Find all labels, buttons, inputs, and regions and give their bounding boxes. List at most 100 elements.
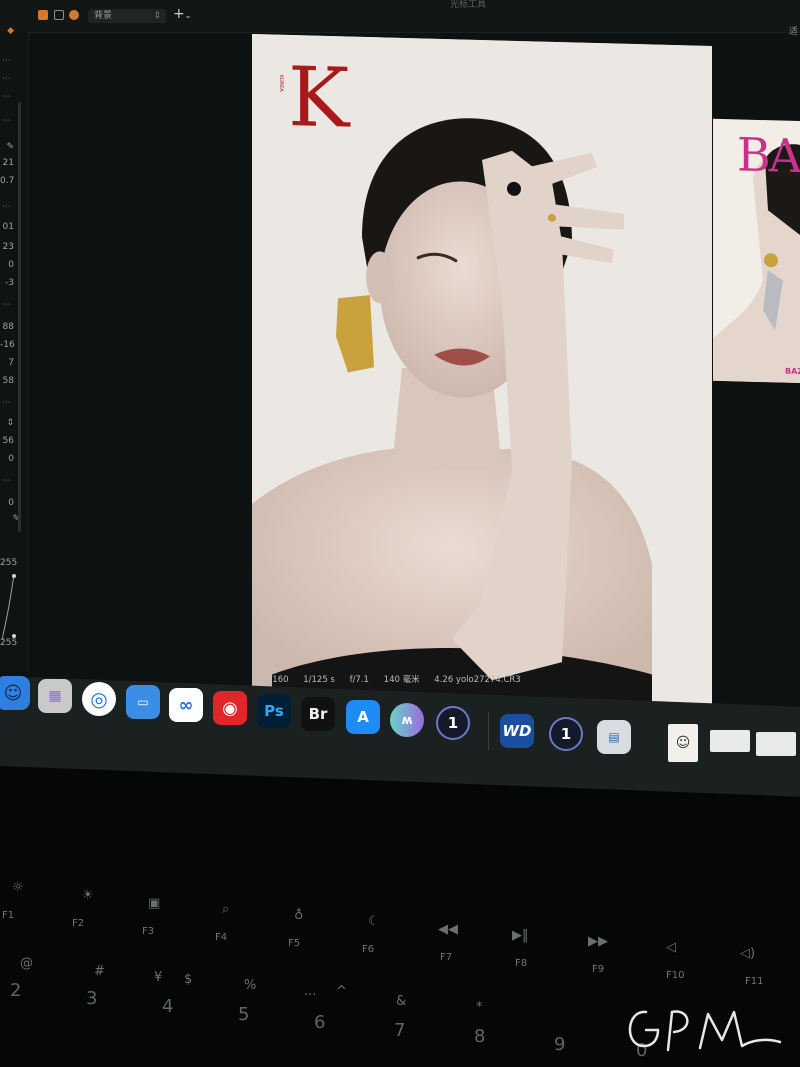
key-2[interactable]: 2 bbox=[10, 980, 21, 1001]
key-f2[interactable]: F2 bbox=[72, 918, 84, 929]
key-f9[interactable]: F9 bbox=[592, 964, 604, 975]
curve-bottom-value: 255 bbox=[0, 638, 18, 648]
fast-forward-icon[interactable]: ▶▶ bbox=[588, 934, 608, 949]
key-3[interactable]: 3 bbox=[86, 988, 97, 1009]
key-f5[interactable]: F5 bbox=[288, 938, 300, 949]
key-at[interactable]: @ bbox=[20, 956, 33, 971]
capture-one-alt-icon[interactable]: 1 bbox=[549, 717, 583, 751]
preview-icon[interactable]: ▤ bbox=[597, 720, 631, 754]
key-f1[interactable]: F1 bbox=[2, 910, 14, 921]
dock-separator bbox=[488, 712, 489, 750]
photoshop-icon[interactable]: Ps bbox=[257, 694, 291, 728]
meta-focal: 140 毫米 bbox=[383, 675, 420, 685]
key-asterisk[interactable]: * bbox=[476, 1000, 483, 1015]
window-title: 光标工具 bbox=[450, 0, 487, 10]
more-dots-icon[interactable]: ⋯ bbox=[2, 74, 12, 84]
mute-icon[interactable]: ◁ bbox=[666, 940, 676, 955]
mission-control-icon[interactable]: ▣ bbox=[148, 896, 160, 911]
moon-icon[interactable]: ☾ bbox=[368, 914, 380, 929]
key-percent[interactable]: % bbox=[244, 978, 256, 993]
key-8[interactable]: 8 bbox=[474, 1026, 485, 1047]
layer-select[interactable]: 背景 ⇕ bbox=[88, 9, 166, 23]
meta-shutter: 1/125 s bbox=[303, 675, 335, 685]
magazine-logo: K bbox=[288, 49, 350, 147]
sidebar-value: 23 bbox=[2, 242, 14, 252]
key-5[interactable]: 5 bbox=[238, 1004, 249, 1025]
chevron-updown-icon: ⇕ bbox=[153, 11, 161, 21]
app-toolbar: 光标工具 背景 ⇕ +⌄ 适 bbox=[0, 0, 800, 37]
frame-icon[interactable] bbox=[54, 10, 64, 20]
baidu-netdisk-icon[interactable]: ∞ bbox=[169, 688, 203, 722]
key-ampersand[interactable]: & bbox=[396, 994, 406, 1009]
pen-icon[interactable]: ✎ bbox=[0, 142, 14, 152]
key-dollar[interactable]: $ bbox=[184, 972, 192, 987]
brightness-down-icon[interactable]: ☼ bbox=[12, 880, 24, 895]
sidebar-value: 0 bbox=[8, 498, 14, 508]
finder-icon[interactable]: ☺ bbox=[0, 676, 30, 710]
thumbnail-magazine[interactable]: BA BAZ bbox=[713, 118, 800, 384]
key-4[interactable]: 4 bbox=[162, 996, 173, 1017]
key-7[interactable]: 7 bbox=[394, 1020, 405, 1041]
grid-icon[interactable] bbox=[38, 10, 48, 20]
tool-indicator-icon[interactable]: ◆ bbox=[0, 26, 14, 36]
key-ellipsis[interactable]: ... bbox=[304, 984, 316, 999]
meta-aperture: f/7.1 bbox=[349, 675, 369, 685]
image-viewer[interactable]: KOREA K bbox=[252, 34, 712, 707]
key-6[interactable]: 6 bbox=[314, 1012, 325, 1033]
launchpad-icon[interactable]: ▦ bbox=[38, 679, 72, 713]
sidebar-value: 0.7 bbox=[0, 176, 15, 186]
capture-one-icon[interactable]: 1 bbox=[436, 706, 470, 740]
recent-window-icon[interactable] bbox=[710, 730, 750, 752]
meitu-icon[interactable]: ʍ bbox=[390, 703, 424, 737]
thumbnail-logo: BA bbox=[737, 127, 800, 184]
wd-drive-icon[interactable]: WD bbox=[500, 714, 534, 748]
eye-icon[interactable] bbox=[69, 10, 79, 20]
fit-label: 适 bbox=[788, 27, 798, 37]
more-dots-icon[interactable]: ⋯ bbox=[2, 92, 12, 102]
rewind-icon[interactable]: ◀◀ bbox=[438, 922, 458, 937]
sidebar-scrollbar[interactable] bbox=[18, 102, 21, 532]
layer-select-value: 背景 bbox=[94, 11, 113, 21]
curve-top-value: 255 bbox=[0, 558, 18, 568]
key-9[interactable]: 9 bbox=[554, 1034, 565, 1055]
adjustments-sidebar: ◆ ⋯ ⋯ ⋯ ⋯ ✎ 21 0.7 ⋯ 01 23 0 -3 ⋯ 88 -16… bbox=[0, 26, 29, 672]
key-f6[interactable]: F6 bbox=[362, 944, 374, 955]
key-hash[interactable]: # bbox=[94, 964, 105, 979]
safari-icon[interactable]: ◎ bbox=[82, 682, 116, 716]
volume-down-icon[interactable]: ◁) bbox=[740, 946, 755, 961]
more-dots-icon[interactable]: ⋯ bbox=[2, 202, 12, 212]
key-f10[interactable]: F10 bbox=[666, 970, 684, 981]
caret-icon[interactable]: ^ bbox=[336, 984, 347, 999]
stepper-icon[interactable]: ⇕ bbox=[0, 418, 14, 428]
more-dots-icon[interactable]: ⋯ bbox=[2, 116, 12, 126]
play-pause-icon[interactable]: ▶‖ bbox=[512, 928, 529, 943]
key-yen[interactable]: ¥ bbox=[154, 970, 162, 985]
app-store-icon[interactable]: A bbox=[346, 700, 380, 734]
search-icon[interactable]: ⌕ bbox=[222, 902, 229, 917]
meta-filename: 4.26 yolo27274.CR3 bbox=[434, 675, 521, 685]
curves-graph[interactable] bbox=[0, 572, 24, 642]
sidebar-value: 0 bbox=[8, 454, 14, 464]
key-f7[interactable]: F7 bbox=[440, 952, 452, 963]
more-dots-icon[interactable]: ⋯ bbox=[2, 56, 12, 66]
brightness-up-icon[interactable]: ☀ bbox=[82, 888, 94, 903]
key-f3[interactable]: F3 bbox=[142, 926, 154, 937]
sidebar-value: 7 bbox=[8, 358, 14, 368]
bridge-icon[interactable]: Br bbox=[301, 697, 335, 731]
keynote-icon[interactable]: ▭ bbox=[126, 685, 160, 719]
netease-music-icon[interactable]: ◉ bbox=[213, 691, 247, 725]
recent-window-icon[interactable] bbox=[756, 732, 796, 756]
microphone-icon[interactable]: ♁ bbox=[294, 908, 304, 923]
key-f11[interactable]: F11 bbox=[745, 976, 763, 987]
add-layer-button[interactable]: +⌄ bbox=[173, 6, 191, 22]
recent-document-icon[interactable]: ☺ bbox=[668, 724, 698, 762]
key-f4[interactable]: F4 bbox=[215, 932, 227, 943]
key-f8[interactable]: F8 bbox=[515, 958, 527, 969]
more-dots-icon[interactable]: ⋯ bbox=[2, 398, 12, 408]
thumbnail-cover-line: BAZ bbox=[785, 366, 800, 377]
sidebar-value: 01 bbox=[2, 222, 14, 232]
more-dots-icon[interactable]: ⋯ bbox=[2, 300, 12, 310]
sidebar-value: 58 bbox=[2, 376, 14, 386]
more-dots-icon[interactable]: ⋯ bbox=[2, 476, 12, 486]
monitor-screen: 光标工具 背景 ⇕ +⌄ 适 ◆ ⋯ ⋯ ⋯ ⋯ ✎ 21 0.7 ⋯ 01 2… bbox=[0, 0, 800, 760]
